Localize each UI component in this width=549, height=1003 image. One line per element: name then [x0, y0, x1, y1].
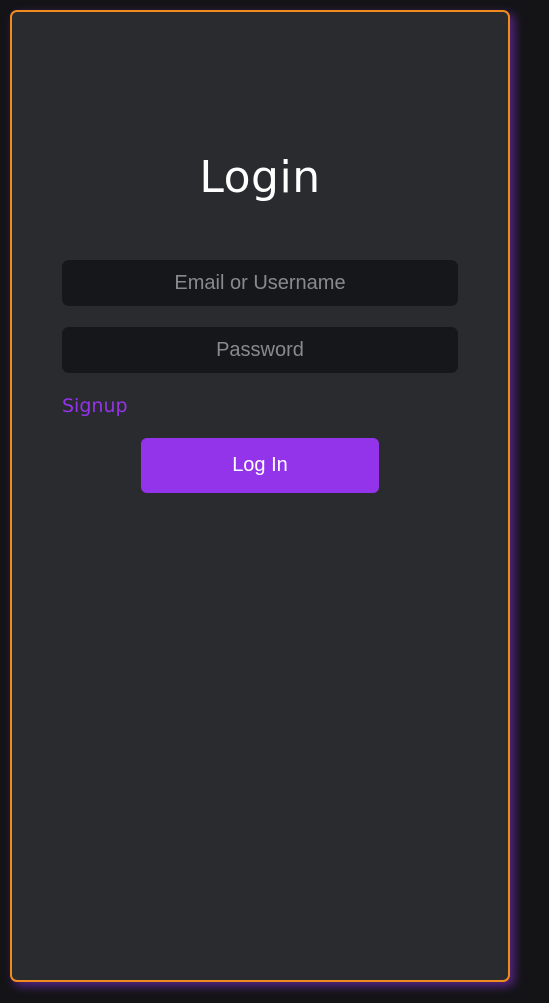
email-username-input[interactable] — [62, 260, 458, 306]
login-card: Login Signup Log In — [10, 10, 510, 982]
page-title: Login — [199, 152, 321, 203]
password-input[interactable] — [62, 327, 458, 373]
log-in-button[interactable]: Log In — [141, 438, 379, 493]
signup-link[interactable]: Signup — [62, 393, 128, 419]
